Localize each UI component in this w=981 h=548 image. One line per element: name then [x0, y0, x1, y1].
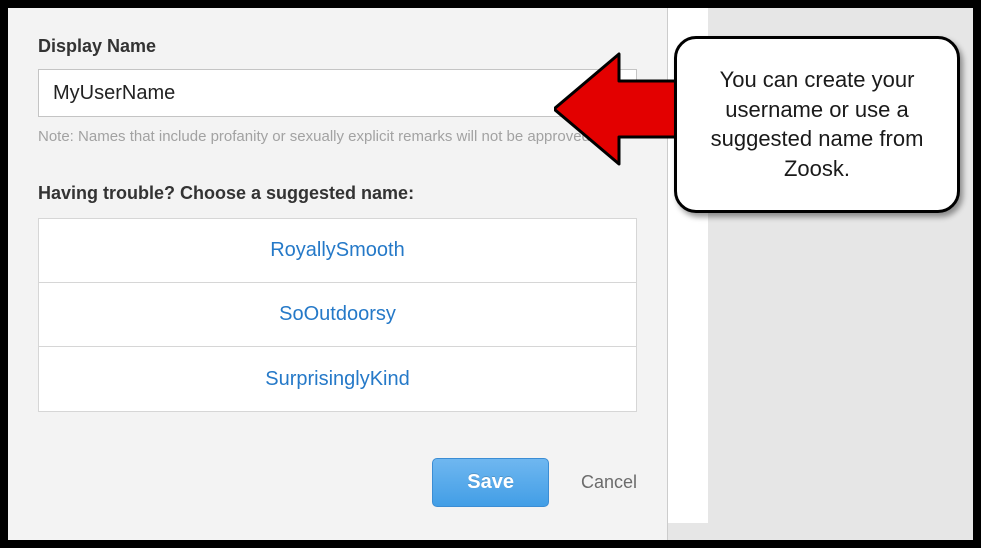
suggested-names-list: RoyallySmooth SoOutdoorsy SurprisinglyKi… — [38, 218, 637, 412]
form-actions: Save Cancel — [38, 458, 637, 507]
display-name-label: Display Name — [38, 36, 637, 57]
background-strip — [668, 8, 708, 523]
suggested-name-item[interactable]: RoyallySmooth — [39, 219, 636, 283]
display-name-input[interactable] — [38, 69, 637, 117]
display-name-panel: Display Name Note: Names that include pr… — [8, 8, 668, 540]
suggested-name-item[interactable]: SurprisinglyKind — [39, 347, 636, 411]
suggested-names-label: Having trouble? Choose a suggested name: — [38, 183, 637, 204]
save-button[interactable]: Save — [432, 458, 549, 507]
profanity-note: Note: Names that include profanity or se… — [38, 127, 637, 147]
callout-text: You can create your username or use a su… — [674, 36, 960, 213]
cancel-button[interactable]: Cancel — [581, 472, 637, 493]
suggested-name-item[interactable]: SoOutdoorsy — [39, 283, 636, 347]
